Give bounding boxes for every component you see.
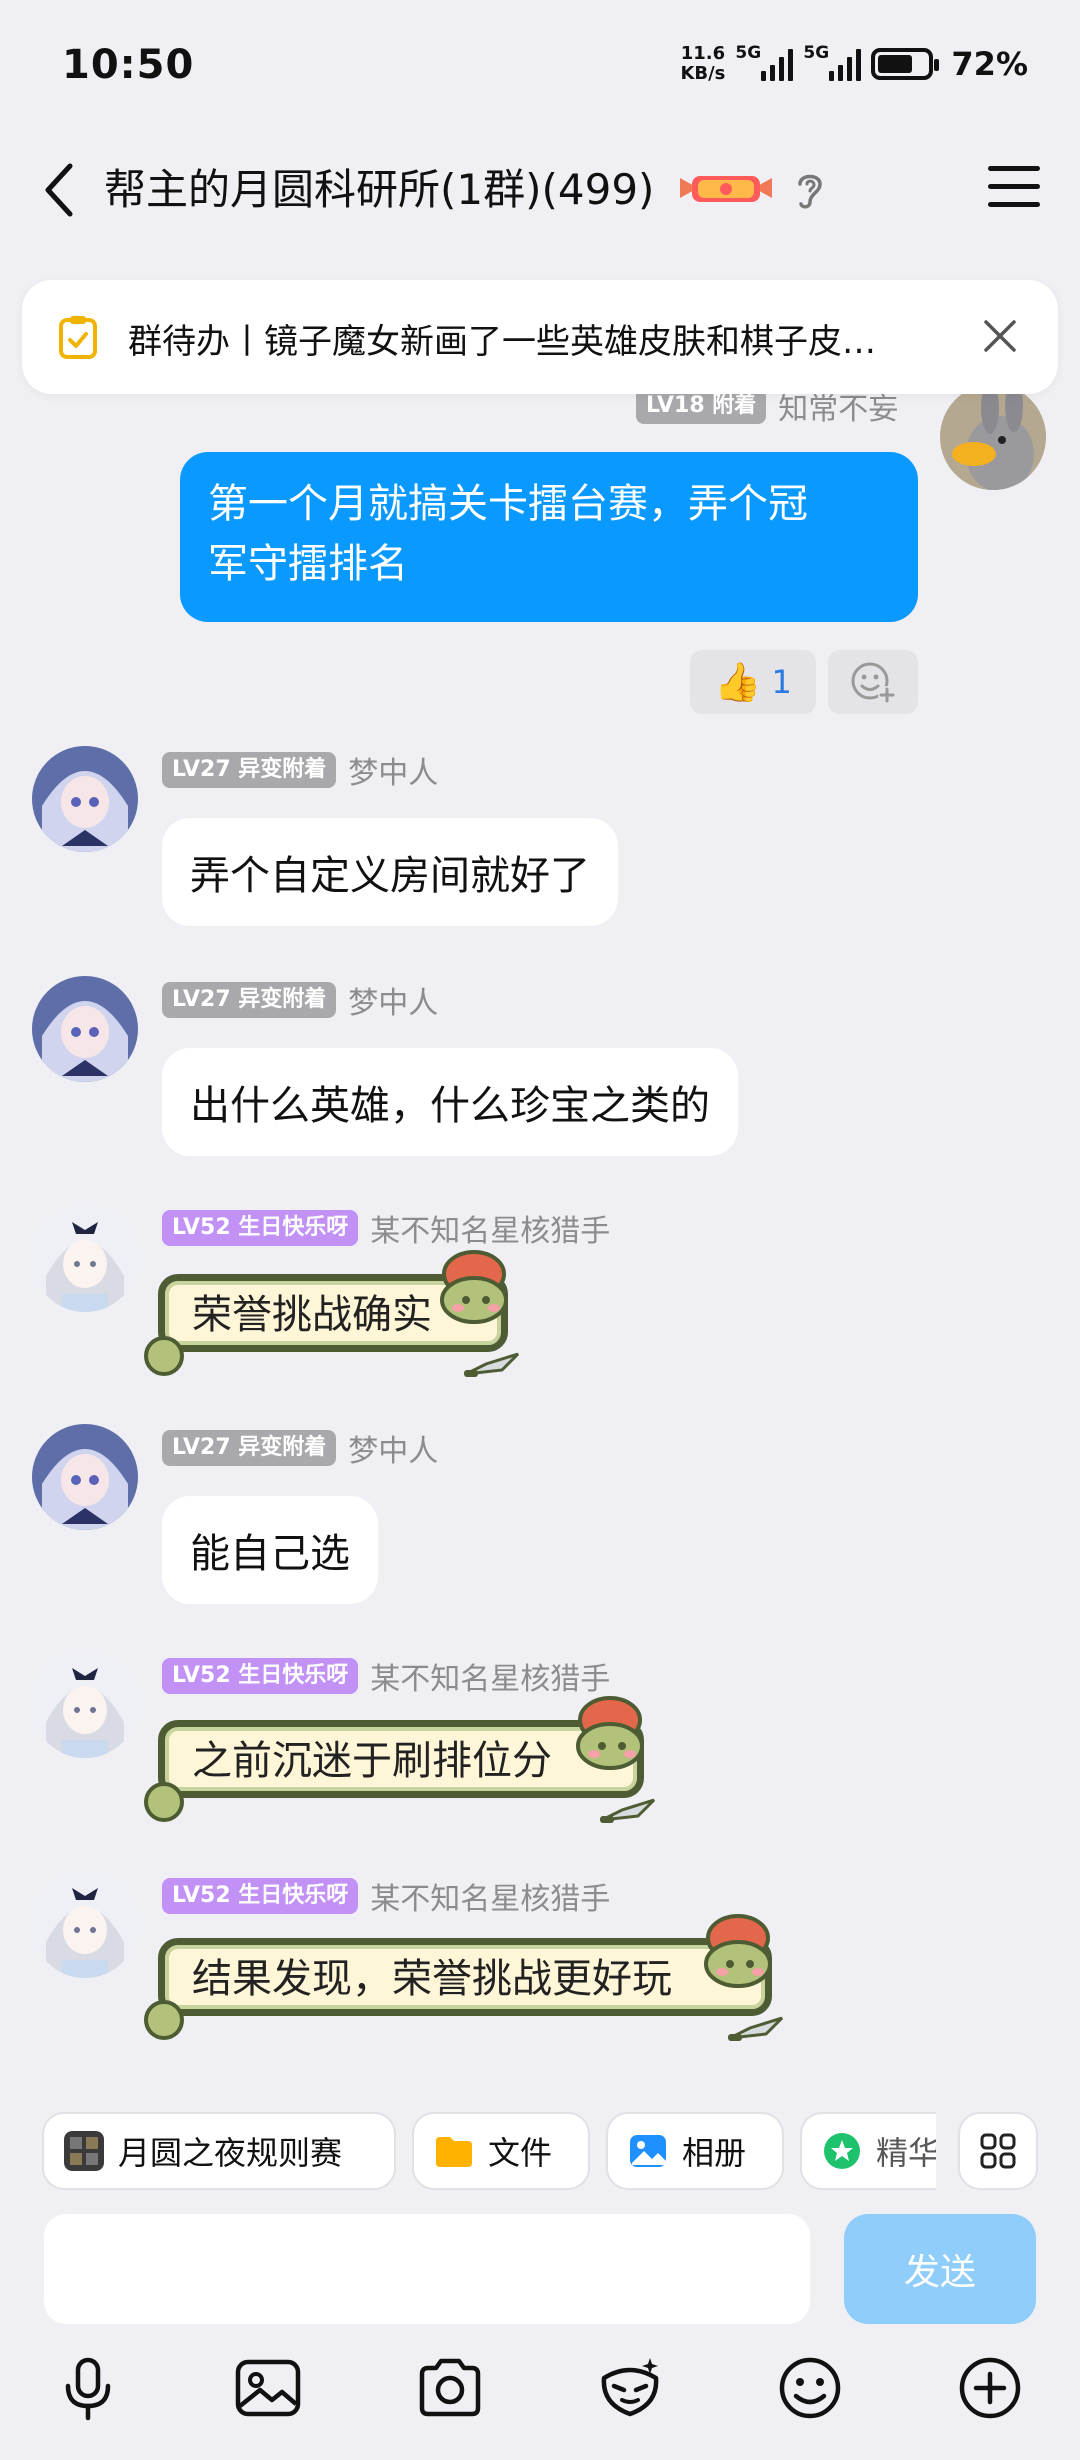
chip-files[interactable]: 文件 <box>412 2112 590 2190</box>
level-badge: LV52 生日快乐呀 <box>162 1878 359 1914</box>
message-bubble[interactable]: 出什么英雄，什么珍宝之类的 <box>162 1048 738 1156</box>
message-meta: LV27 异变附着 梦中人 <box>162 748 438 792</box>
photo-icon[interactable] <box>232 2352 304 2424</box>
group-title[interactable]: 帮主的月圆科研所(1群)(499) <box>104 156 654 217</box>
status-bar: 10:50 11.6 KB/s 5G 5G 72% <box>0 0 1080 130</box>
knife-sticker-icon <box>728 2016 784 2041</box>
add-icon[interactable] <box>954 2352 1026 2424</box>
net-speed: 11.6 KB/s <box>680 43 726 84</box>
image-icon <box>630 2135 666 2167</box>
reaction-count: 1 <box>771 663 792 701</box>
send-button[interactable]: 发送 <box>844 2214 1036 2324</box>
message-bubble[interactable]: 之前沉迷于刷排位分 <box>144 1696 674 1840</box>
chip-featured[interactable]: 精华 <box>800 2112 936 2190</box>
add-reaction-icon <box>851 662 896 704</box>
folder-icon <box>436 2137 472 2167</box>
sticker-icon[interactable] <box>594 2352 666 2424</box>
grid-icon <box>980 2133 1016 2169</box>
message-bubble[interactable]: 第一个月就搞关卡擂台赛，弄个冠 军守擂排名 <box>180 452 918 622</box>
signal-icon: 5G <box>803 43 862 81</box>
nickname[interactable]: 梦中人 <box>348 978 438 1022</box>
camera-icon[interactable] <box>414 2352 486 2424</box>
message-meta: LV52 生日快乐呀 某不知名星核猎手 <box>162 1654 610 1698</box>
thumbs-up-icon: 👍 <box>714 659 762 704</box>
level-badge: LV27 异变附着 <box>162 752 337 788</box>
nickname[interactable]: 梦中人 <box>348 748 438 792</box>
message-bubble[interactable]: 能自己选 <box>162 1496 378 1604</box>
todo-text: 群待办丨镜子魔女新画了一些英雄皮肤和棋子皮… <box>128 322 876 362</box>
message-meta: LV52 生日快乐呀 某不知名星核猎手 <box>162 1874 610 1918</box>
avatar[interactable] <box>32 1652 138 1758</box>
add-reaction-button[interactable] <box>828 650 918 714</box>
level-badge: LV27 异变附着 <box>162 1430 337 1466</box>
message-bubble[interactable]: 弄个自定义房间就好了 <box>162 818 618 926</box>
battery-level: 72% <box>951 45 1028 83</box>
avatar[interactable] <box>32 746 138 852</box>
group-todo-banner[interactable]: 群待办丨镜子魔女新画了一些英雄皮肤和棋子皮… <box>22 280 1058 394</box>
chip-album[interactable]: 相册 <box>606 2112 784 2190</box>
bottom-toolbar <box>0 2352 1080 2432</box>
signal-icon: 5G <box>735 43 794 81</box>
nickname[interactable]: 梦中人 <box>348 1426 438 1470</box>
chat-header: 帮主的月圆科研所(1群)(499) <box>0 150 1080 230</box>
message-meta: LV52 生日快乐呀 某不知名星核猎手 <box>162 1206 610 1250</box>
status-time: 10:50 <box>62 42 195 88</box>
level-badge: LV27 异变附着 <box>162 982 337 1018</box>
status-indicators: 11.6 KB/s 5G 5G 72% <box>680 43 1028 84</box>
nickname[interactable]: 某不知名星核猎手 <box>370 1654 610 1698</box>
avatar[interactable] <box>32 1424 138 1530</box>
close-icon[interactable] <box>982 318 1018 354</box>
battery-icon <box>871 48 940 80</box>
group-level-badge-icon <box>680 176 772 202</box>
message-meta: LV27 异变附着 梦中人 <box>162 1426 438 1470</box>
avatar[interactable] <box>32 976 138 1082</box>
message-bubble[interactable]: 结果发现，荣誉挑战更好玩 <box>144 1914 814 2058</box>
avatar[interactable] <box>32 1206 138 1312</box>
more-apps-button[interactable] <box>958 2112 1038 2190</box>
microphone-icon[interactable] <box>52 2352 124 2424</box>
menu-icon[interactable] <box>988 166 1040 208</box>
level-badge: LV52 生日快乐呀 <box>162 1210 359 1246</box>
todo-clipboard-icon <box>59 316 97 359</box>
listen-icon[interactable] <box>790 166 830 212</box>
chip-event-app[interactable]: 月圆之夜规则赛 <box>42 2112 396 2190</box>
message-bubble[interactable]: 荣誉挑战确实 <box>144 1250 534 1394</box>
dino-sticker-icon <box>440 1250 508 1324</box>
star-badge-icon <box>824 2133 860 2169</box>
event-app-icon <box>64 2131 104 2171</box>
knife-sticker-icon <box>600 1798 656 1823</box>
reaction-like[interactable]: 👍 1 <box>690 650 816 714</box>
dino-sticker-icon <box>704 1914 772 1988</box>
message-input[interactable] <box>44 2214 810 2324</box>
avatar[interactable] <box>940 384 1046 490</box>
back-icon[interactable] <box>36 160 86 220</box>
level-badge: LV52 生日快乐呀 <box>162 1658 359 1694</box>
nickname[interactable]: 某不知名星核猎手 <box>370 1206 610 1250</box>
avatar[interactable] <box>32 1872 138 1978</box>
knife-sticker-icon <box>464 1352 520 1377</box>
dino-sticker-icon <box>576 1696 644 1770</box>
quick-action-bar: 月圆之夜规则赛 文件 相册 精华 <box>0 2112 1080 2194</box>
message-meta: LV27 异变附着 梦中人 <box>162 978 438 1022</box>
nickname[interactable]: 某不知名星核猎手 <box>370 1874 610 1918</box>
emoji-icon[interactable] <box>774 2352 846 2424</box>
